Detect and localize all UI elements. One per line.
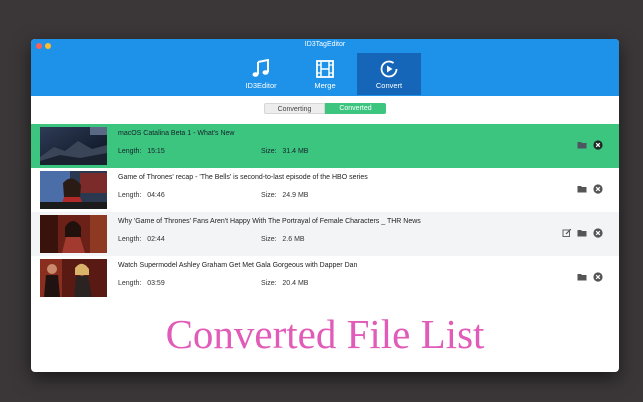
file-title: Game of Thrones' recap - 'The Bells' is … <box>118 174 368 181</box>
file-size: Size: 24.9 MB <box>261 192 309 199</box>
toolbar-id3editor-label: ID3Editor <box>245 81 277 90</box>
app-title: ID3TagEditor <box>304 41 346 48</box>
folder-icon[interactable] <box>577 228 587 238</box>
convert-icon <box>380 60 398 78</box>
toolbar-id3editor-button[interactable]: ID3Editor <box>229 53 293 95</box>
video-thumbnail <box>40 171 107 209</box>
folder-icon[interactable] <box>577 184 587 194</box>
edit-icon[interactable] <box>562 228 572 238</box>
tab-converting[interactable]: Converting <box>264 103 325 114</box>
file-length: Length: 03:59 <box>118 280 165 287</box>
delete-icon[interactable] <box>593 184 603 194</box>
file-row[interactable]: Why 'Game of Thrones' Fans Aren't Happy … <box>31 212 619 256</box>
file-size: Size: 31.4 MB <box>261 148 309 155</box>
file-title: Watch Supermodel Ashley Graham Get Met G… <box>118 262 358 269</box>
toolbar: ID3Editor Merge Convert <box>31 53 619 96</box>
video-thumbnail <box>40 215 107 253</box>
title-bar: ID3TagEditor <box>31 39 619 53</box>
toolbar-merge-button[interactable]: Merge <box>293 53 357 95</box>
tab-converted[interactable]: Converted <box>325 103 386 114</box>
toolbar-convert-button[interactable]: Convert <box>357 53 421 95</box>
file-row[interactable]: Watch Supermodel Ashley Graham Get Met G… <box>31 256 619 300</box>
app-window: ID3TagEditor ID3Editor Merge Convert Con… <box>31 39 619 372</box>
file-length: Length: 04:46 <box>118 192 165 199</box>
music-note-icon <box>252 59 269 77</box>
video-thumbnail <box>40 259 107 297</box>
caption-overlay: Converted File List <box>165 311 485 357</box>
file-row[interactable]: Game of Thrones' recap - 'The Bells' is … <box>31 168 619 212</box>
file-length: Length: 15:15 <box>118 148 165 155</box>
folder-icon[interactable] <box>577 140 587 150</box>
file-size: Size: 20.4 MB <box>261 280 309 287</box>
delete-icon[interactable] <box>593 228 603 238</box>
video-thumbnail <box>40 127 107 165</box>
file-row[interactable]: macOS Catalina Beta 1 - What's New Lengt… <box>31 124 619 168</box>
toolbar-merge-label: Merge <box>314 81 336 90</box>
folder-icon[interactable] <box>577 272 587 282</box>
delete-icon[interactable] <box>593 272 603 282</box>
file-length: Length: 02:44 <box>118 236 165 243</box>
file-size: Size: 2.6 MB <box>261 236 305 243</box>
file-title: Why 'Game of Thrones' Fans Aren't Happy … <box>118 218 421 225</box>
delete-icon[interactable] <box>593 140 603 150</box>
film-icon <box>316 60 334 78</box>
toolbar-convert-label: Convert <box>375 81 403 90</box>
file-title: macOS Catalina Beta 1 - What's New <box>118 130 235 137</box>
